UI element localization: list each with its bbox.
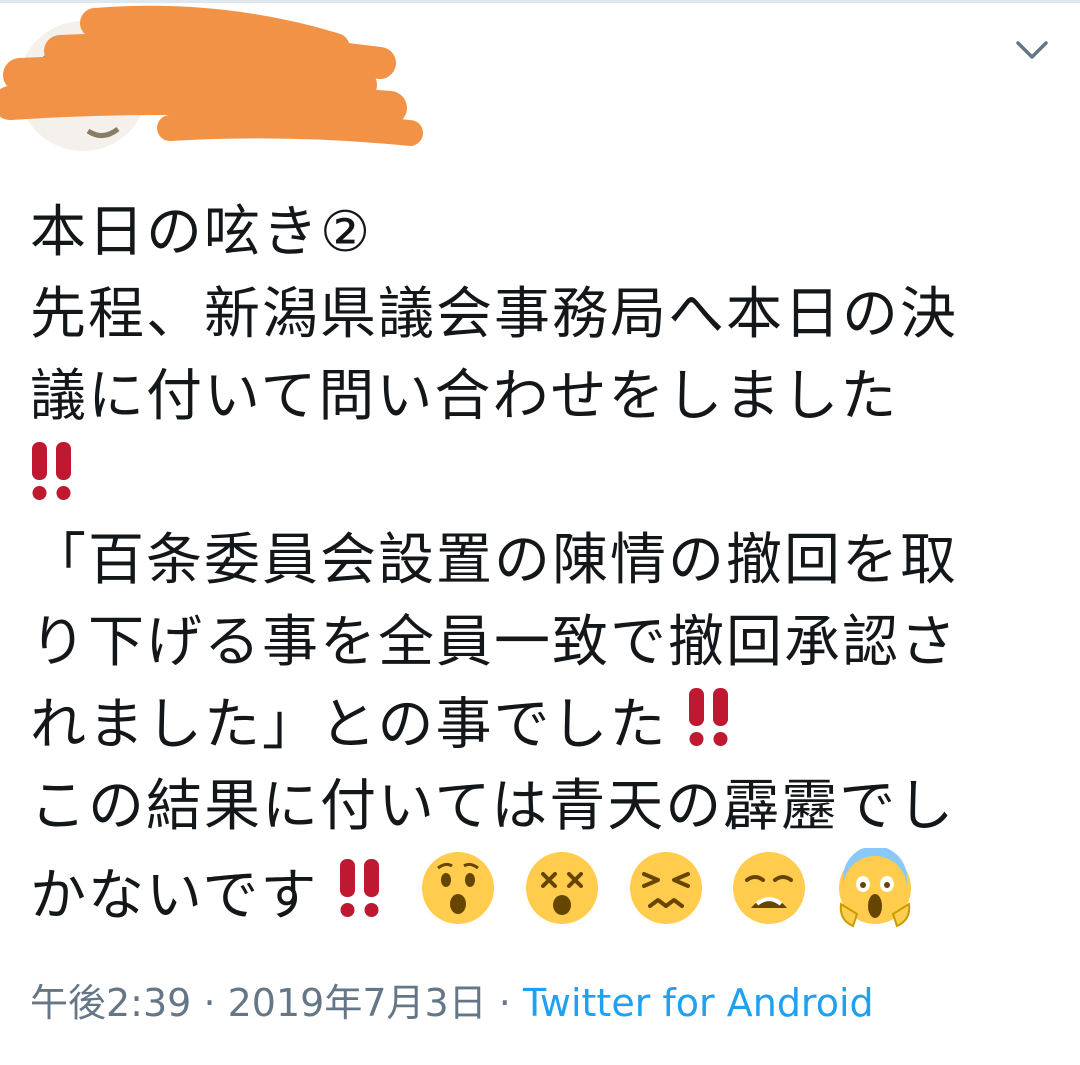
tweet-line: 先程、新潟県議会事務局へ本日の決 [30,282,958,347]
tweet-line: この結果に付いては青天の霹靂でし [30,774,956,839]
weary-face-icon [731,850,807,949]
double-exclamation-icon [30,438,78,527]
chevron-down-icon[interactable] [1010,31,1054,71]
double-exclamation-icon [338,855,386,944]
tweet-line-text: れました」との事でした [30,692,668,758]
tweet-line: り下げる事を全員一致で撤回承認さ [30,610,958,675]
tweet-line: 「百条委員会設置の陳情の撤回を取 [30,528,958,593]
tweet-line-with-emojis: かないです [30,846,1060,930]
tweet-source-link[interactable]: Twitter for Android [523,981,874,1025]
meta-separator: · [498,981,511,1025]
meta-separator: · [203,981,216,1025]
dizzy-face-icon [524,850,600,949]
redacted-username-scribble [0,5,423,146]
tweet-meta: 午後2:39 · 2019年7月3日 · Twitter for Android [30,972,874,1027]
persevering-face-icon [628,850,704,949]
tweet-body: 本日の呟き② 先程、新潟県議会事務局へ本日の決 議に付いて問い合わせをしました … [30,192,1060,930]
tweet-line: 議に付いて問い合わせをしました [30,364,899,429]
tweet-line: 本日の呟き② [30,200,373,265]
screaming-in-fear-face-icon [835,846,915,951]
hushed-face-icon [420,850,496,949]
tweet-date: 2019年7月3日 [227,981,487,1025]
tweet-header [0,3,1080,153]
tweet-time: 午後2:39 [30,981,192,1025]
tweet-line-text: かないです [30,863,319,929]
tweet-line-bang [30,438,1060,520]
tweet-line-with-bang: れました」との事でした [30,684,1060,766]
double-exclamation-icon [687,684,735,773]
